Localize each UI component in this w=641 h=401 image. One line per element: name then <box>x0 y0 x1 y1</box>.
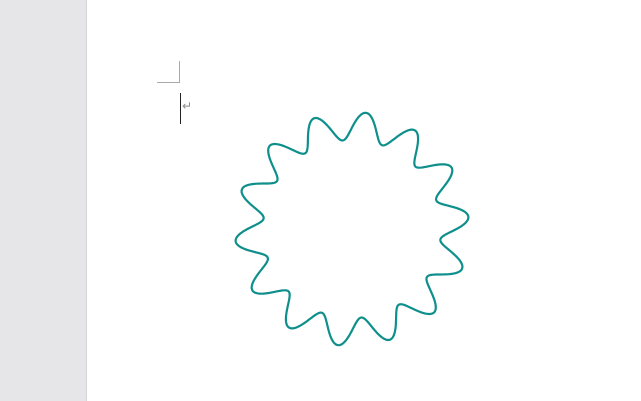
document-editor: ↵ <box>0 0 641 401</box>
wave-star-shape[interactable] <box>87 0 641 401</box>
left-gutter <box>0 0 87 401</box>
wave-star-outline[interactable] <box>234 111 470 347</box>
document-page[interactable]: ↵ <box>87 0 641 401</box>
